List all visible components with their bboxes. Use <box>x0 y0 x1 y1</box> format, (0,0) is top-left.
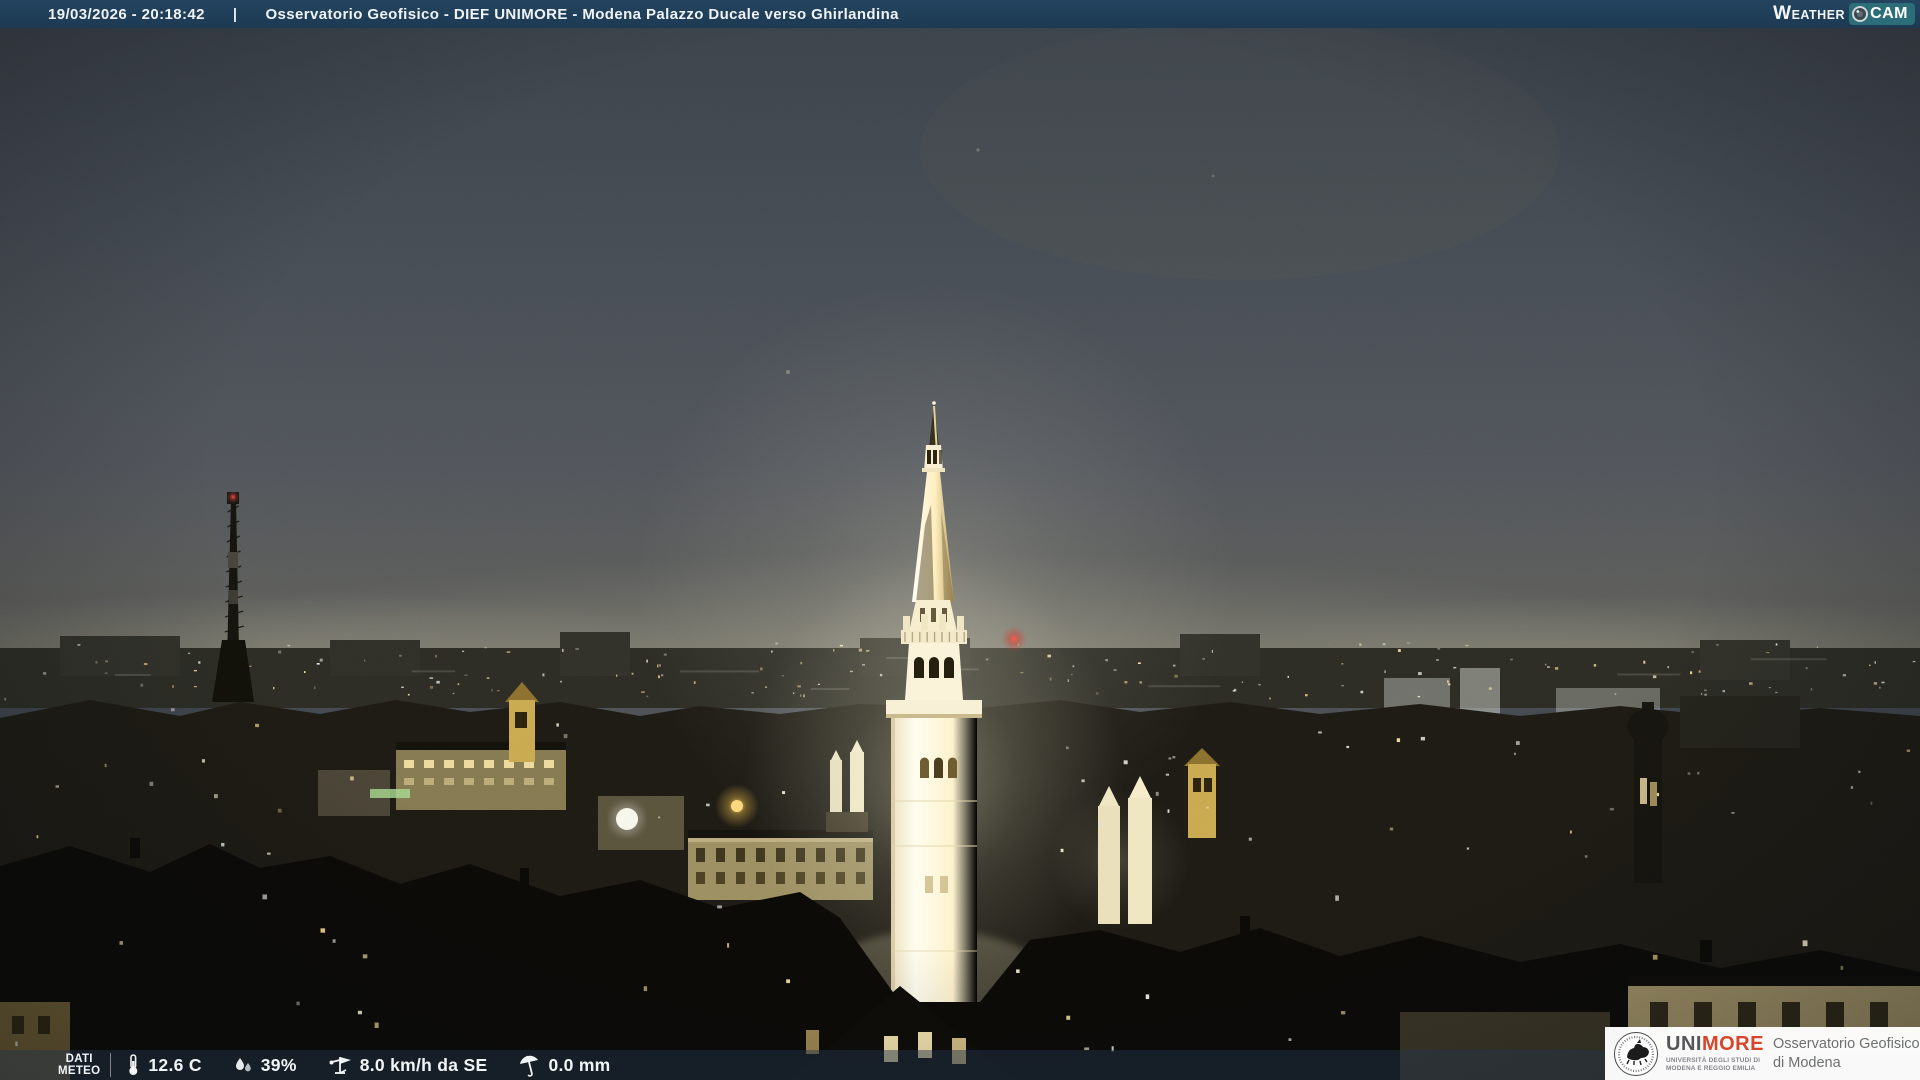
unimore-uni-text: UNI <box>1666 1033 1702 1055</box>
weather-readings: 12.6 C 39% 8.0 km/h da SE 0.0 mm <box>125 1053 610 1077</box>
unimore-subtitle: UNIVERSITÀ DEGLI STUDI DI MODENA E REGGI… <box>1666 1057 1761 1072</box>
unimore-seal-icon <box>1614 1031 1658 1076</box>
camera-lens-icon <box>1852 6 1869 22</box>
wind-reading: 8.0 km/h da SE <box>327 1053 488 1077</box>
humidity-value: 39% <box>260 1054 297 1075</box>
caption-separator: | <box>232 5 238 23</box>
weathercam-cam-badge: CAM <box>1849 3 1915 25</box>
umbrella-icon <box>520 1055 539 1077</box>
thermometer-icon <box>129 1054 138 1075</box>
rain-reading: 0.0 mm <box>517 1053 610 1077</box>
bar-divider <box>110 1053 112 1077</box>
temperature-value: 12.6 C <box>148 1054 202 1075</box>
temperature-reading: 12.6 C <box>125 1053 201 1077</box>
unimore-more-text: MORE <box>1701 1033 1764 1055</box>
unimore-brand-box: UNIMORE UNIVERSITÀ DEGLI STUDI DI MODENA… <box>1605 1027 1920 1080</box>
weathercam-logo: WEATHER CAM <box>1773 3 1920 25</box>
humidity-reading: 39% <box>232 1054 297 1076</box>
observatory-name: Osservatorio Geofisico di Modena <box>1772 1035 1920 1071</box>
timestamp: 19/03/2026 - 20:18:42 <box>48 5 205 23</box>
camera-title: Osservatorio Geofisico - DIEF UNIMORE - … <box>265 5 899 23</box>
weathercam-cam-text: CAM <box>1870 5 1908 22</box>
night-cityscape-photo <box>0 0 1920 1080</box>
wind-vane-icon <box>329 1057 351 1074</box>
top-bar: 19/03/2026 - 20:18:42 | Osservatorio Geo… <box>0 0 1920 28</box>
unimore-wordmark: UNIMORE UNIVERSITÀ DEGLI STUDI DI MODENA… <box>1666 1034 1764 1073</box>
webcam-viewport: 19/03/2026 - 20:18:42 | Osservatorio Geo… <box>0 0 1920 1080</box>
rain-value: 0.0 mm <box>548 1054 611 1075</box>
wind-value: 8.0 km/h da SE <box>359 1054 488 1075</box>
weathercam-weather-text: WEATHER <box>1773 3 1846 24</box>
water-drops-icon <box>235 1058 251 1072</box>
sensor-noise-overlay <box>0 0 1920 1080</box>
dati-meteo-label: DATI METEO <box>58 1052 101 1077</box>
camera-caption: 19/03/2026 - 20:18:42 | Osservatorio Geo… <box>0 6 899 23</box>
